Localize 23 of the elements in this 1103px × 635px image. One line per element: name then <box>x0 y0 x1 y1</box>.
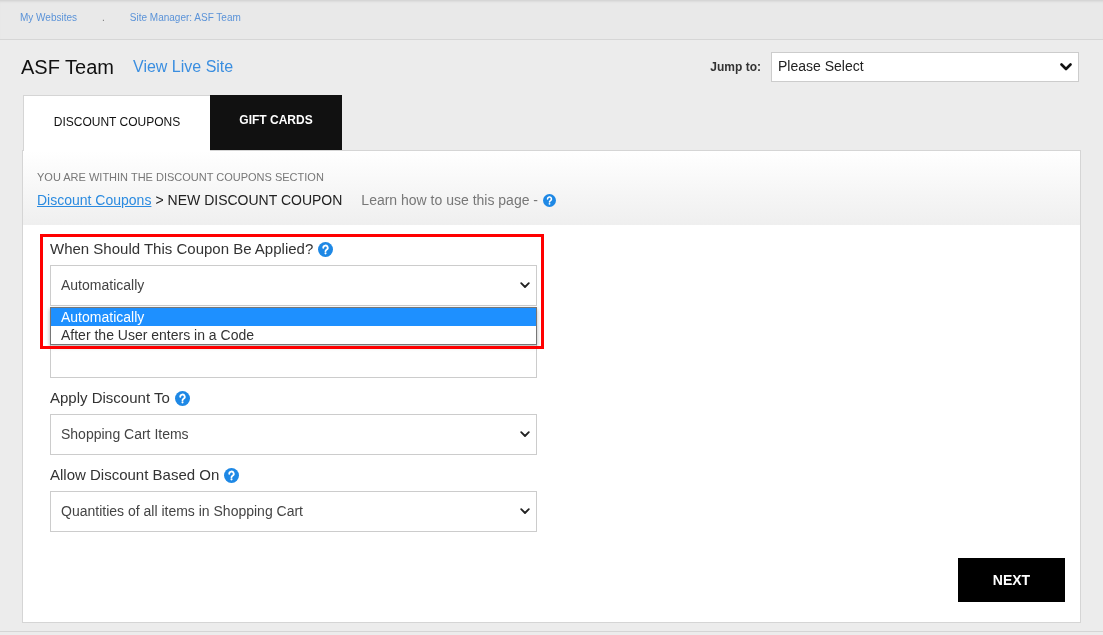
select-field[interactable]: Quantities of all items in Shopping Cart <box>50 491 537 532</box>
chevron-down-icon <box>520 282 530 289</box>
field-label: Allow Discount Based On <box>50 464 220 485</box>
tab[interactable]: DISCOUNT COUPONS <box>23 95 210 151</box>
breadcrumb-current: NEW DISCOUNT COUPON <box>167 190 343 210</box>
jump-to-label: Jump to: <box>710 58 761 76</box>
breadcrumb-separator: > <box>155 190 164 210</box>
site-title: ASF Team <box>21 54 114 80</box>
dropdown-option[interactable]: After the User enters in a Code <box>51 326 536 344</box>
field-label: When Should This Coupon Be Applied? <box>50 238 314 259</box>
select-field[interactable]: Shopping Cart Items <box>50 414 537 455</box>
section-notice: YOU ARE WITHIN THE DISCOUNT COUPONS SECTION <box>37 170 325 185</box>
tab[interactable]: GIFT CARDS <box>210 95 342 150</box>
next-button[interactable]: NEXT <box>958 558 1065 602</box>
chevron-down-icon <box>1060 62 1072 71</box>
help-text: Learn how to use this page - <box>361 190 538 210</box>
jump-to-select[interactable]: Please Select <box>771 51 1079 82</box>
help-icon <box>543 193 556 207</box>
chevron-down-icon <box>520 508 530 515</box>
field-label: Apply Discount To <box>50 387 170 408</box>
chevron-down-icon <box>520 431 530 438</box>
nav-separator: . <box>102 11 105 25</box>
select-field[interactable]: Automatically <box>50 265 537 306</box>
